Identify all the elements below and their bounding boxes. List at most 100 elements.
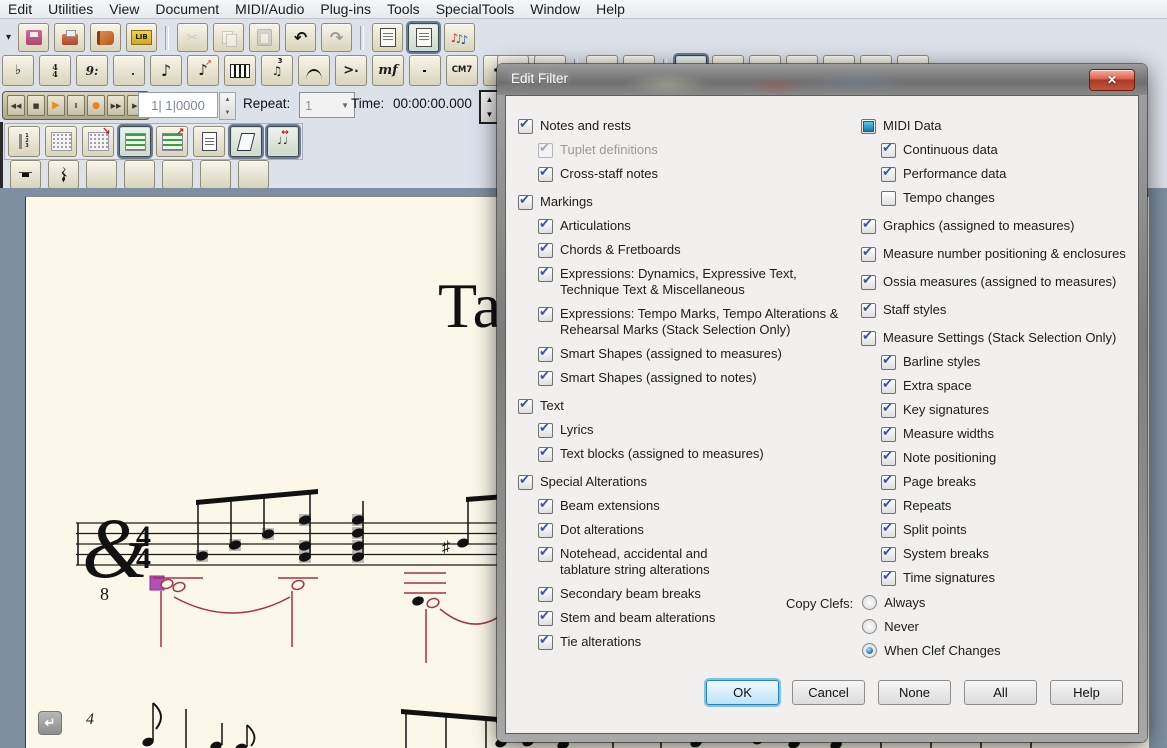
filter-option[interactable]: MIDI Data xyxy=(861,118,1143,134)
radio-unselected[interactable] xyxy=(862,595,877,610)
undo-button[interactable]: ↶ xyxy=(285,23,316,52)
checkbox-checked[interactable] xyxy=(861,247,876,262)
whole-rest-button[interactable] xyxy=(10,160,41,189)
simple-entry-tool-button[interactable]: ♪ xyxy=(150,55,182,86)
filter-option[interactable]: Measure number positioning & enclosures xyxy=(861,246,1143,262)
smart-shape-tool-button[interactable] xyxy=(298,55,330,86)
checkbox-checked[interactable] xyxy=(518,195,533,210)
checkbox-checked[interactable] xyxy=(538,523,553,538)
filter-option[interactable]: Tempo changes xyxy=(881,190,1143,206)
checkbox-checked[interactable] xyxy=(538,347,553,362)
pause-button[interactable]: Ⅱ xyxy=(67,95,85,116)
cancel-button[interactable]: Cancel xyxy=(792,680,865,705)
filter-option[interactable]: Cross-staff notes xyxy=(538,166,852,182)
measure-numbers-button[interactable]: 1 2 3 xyxy=(8,126,40,157)
checkbox-checked[interactable] xyxy=(538,371,553,386)
studio-view-button[interactable]: ♪ xyxy=(444,23,475,52)
menu-document[interactable]: Document xyxy=(147,1,227,17)
checkbox-checked[interactable] xyxy=(881,167,896,182)
all-button[interactable]: All xyxy=(964,680,1037,705)
filter-option[interactable]: Barline styles xyxy=(881,354,1143,370)
menu-edit[interactable]: Edit xyxy=(0,1,40,17)
counter-spinner[interactable]: ▲▼ xyxy=(219,92,236,120)
none-button[interactable]: None xyxy=(878,680,951,705)
copy-button[interactable] xyxy=(213,23,244,52)
filter-option[interactable]: Performance data xyxy=(881,166,1143,182)
measure-tool-button[interactable] xyxy=(113,55,145,86)
filter-option[interactable]: Repeats xyxy=(881,498,1143,514)
time-signature-tool-button[interactable]: 4 4 xyxy=(39,55,71,86)
play-button[interactable]: ▶ xyxy=(47,95,65,116)
filter-option[interactable]: Markings xyxy=(518,194,852,210)
checkbox-checked[interactable] xyxy=(538,499,553,514)
filter-option[interactable]: Measure Settings (Stack Selection Only) xyxy=(861,330,1143,346)
redo-button[interactable]: ↷ xyxy=(321,23,352,52)
key-signature-tool-button[interactable]: ♭ xyxy=(2,55,34,86)
cut-button[interactable]: ✂ xyxy=(177,23,208,52)
quarter-rest-button[interactable] xyxy=(48,160,79,189)
checkbox-checked[interactable] xyxy=(538,243,553,258)
staff-lines-display-button[interactable] xyxy=(119,126,151,157)
menu-midi-audio[interactable]: MIDI/Audio xyxy=(227,1,312,17)
checkbox-mixed[interactable] xyxy=(861,119,876,134)
staff-tool-button[interactable] xyxy=(409,55,441,86)
articulation-tool-button[interactable]: > xyxy=(335,55,367,86)
grid-attach-button[interactable] xyxy=(82,126,114,157)
checkbox-checked[interactable] xyxy=(881,355,896,370)
paste-button[interactable] xyxy=(249,23,280,52)
checkbox-checked[interactable] xyxy=(881,143,896,158)
checkbox-checked[interactable] xyxy=(881,451,896,466)
rewind-button[interactable]: ◀◀ xyxy=(7,95,25,116)
checkbox-unchecked[interactable] xyxy=(881,191,896,206)
copy-clefs-option[interactable]: Never xyxy=(862,619,1000,634)
playback-counter[interactable]: 1| 1|0000 xyxy=(138,92,218,118)
record-button[interactable]: ● xyxy=(87,95,105,116)
library-button[interactable]: LIB xyxy=(126,23,157,52)
checkbox-checked[interactable] xyxy=(538,267,553,282)
hyperscribe-tool-button[interactable] xyxy=(224,55,256,86)
filter-option[interactable]: Special Alterations xyxy=(518,474,852,490)
filter-option[interactable]: Lyrics xyxy=(538,422,852,438)
filter-option[interactable]: Graphics (assigned to measures) xyxy=(861,218,1143,234)
checkbox-checked[interactable] xyxy=(538,611,553,626)
save-button[interactable] xyxy=(18,23,49,52)
filter-option[interactable]: Text xyxy=(518,398,852,414)
filter-option[interactable]: Chords & Fretboards xyxy=(538,242,852,258)
checkbox-checked[interactable] xyxy=(861,331,876,346)
checkbox-checked[interactable] xyxy=(518,119,533,134)
onetwentyeighth-rest-button[interactable] xyxy=(238,160,269,189)
checkbox-checked[interactable] xyxy=(881,475,896,490)
checkbox-checked[interactable] xyxy=(881,499,896,514)
speedy-entry-tool-button[interactable]: ♪ xyxy=(187,55,219,86)
checkbox-checked[interactable] xyxy=(538,167,553,182)
filter-option[interactable]: Smart Shapes (assigned to notes) xyxy=(538,370,852,386)
eighth-rest-button[interactable] xyxy=(86,160,117,189)
menu-plug-ins[interactable]: Plug-ins xyxy=(312,1,379,17)
filter-option[interactable]: Key signatures xyxy=(881,402,1143,418)
filter-option[interactable]: Continuous data xyxy=(881,142,1143,158)
copy-clefs-option[interactable]: When Clef Changes xyxy=(862,643,1000,658)
scroll-view-button[interactable] xyxy=(372,23,403,52)
export-button[interactable] xyxy=(90,23,121,52)
copy-clefs-option[interactable]: Always xyxy=(862,595,1000,610)
checkbox-checked[interactable] xyxy=(881,523,896,538)
repeat-dropdown[interactable]: 1▼ xyxy=(299,92,355,118)
filter-option[interactable]: Text blocks (assigned to measures) xyxy=(538,446,852,462)
page-assembly-button[interactable] xyxy=(230,126,262,157)
tuplet-tool-button[interactable]: ♫ xyxy=(261,55,293,86)
expression-tool-button[interactable]: mf xyxy=(372,55,404,86)
filter-option[interactable]: System breaks xyxy=(881,546,1143,562)
radio-selected[interactable] xyxy=(862,643,877,658)
filter-option[interactable]: Page breaks xyxy=(881,474,1143,490)
filter-option[interactable]: Tuplet definitions xyxy=(538,142,852,158)
menu-view[interactable]: View xyxy=(101,1,147,17)
filter-option[interactable]: Staff styles xyxy=(861,302,1143,318)
filter-option[interactable]: Smart Shapes (assigned to measures) xyxy=(538,346,852,362)
dialog-titlebar[interactable]: Edit Filter ✕ xyxy=(497,64,1147,95)
menu-window[interactable]: Window xyxy=(522,1,588,17)
menu-utilities[interactable]: Utilities xyxy=(40,1,101,17)
clef-tool-button[interactable]: 9: xyxy=(76,55,108,86)
filter-option[interactable]: Measure widths xyxy=(881,426,1143,442)
checkbox-checked[interactable] xyxy=(881,547,896,562)
checkbox-checked[interactable] xyxy=(538,635,553,650)
